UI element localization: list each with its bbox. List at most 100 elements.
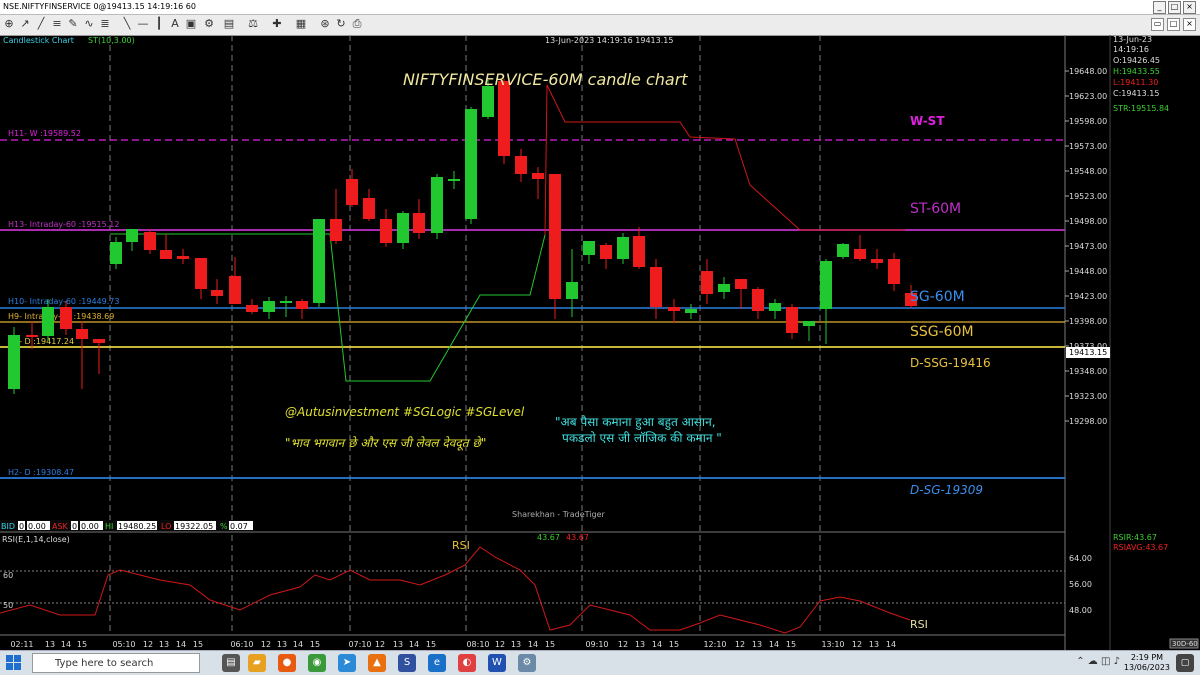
sas-app-icon[interactable]: S [398, 654, 416, 672]
chart-area[interactable]: H11- W :19589.52 H13- Intraday-60 :19515… [0, 35, 1200, 650]
info-high: H:19433.55 [1113, 67, 1160, 76]
info-close: C:19413.15 [1113, 89, 1159, 98]
candle-body [633, 236, 645, 267]
maximize-button[interactable]: □ [1168, 1, 1181, 14]
chart-restore-button[interactable]: ▭ [1151, 18, 1164, 31]
pen-icon[interactable]: ✎ [66, 17, 80, 31]
wave-icon[interactable]: ∿ [82, 17, 96, 31]
candle-body [701, 271, 713, 294]
time-tick-label: 13 [393, 640, 403, 649]
watermark: Sharekhan - TradeTiger [512, 510, 606, 519]
chart-toolbar: ⊕ ↗ ╱ ≡ ✎ ∿ ≣ ╲ — ┃ A ▣ ⚙ ▤ ⚖ ✚ ▦ ⊛ ↻ ⎙ … [0, 15, 1200, 36]
telegram-icon[interactable]: ➤ [338, 654, 356, 672]
task-view-icon[interactable]: ▤ [222, 654, 240, 672]
taskbar-clock[interactable]: 2:19 PM 13/06/2023 [1124, 653, 1170, 673]
level-label-h10: H10- Intraday-60 :19449.73 [8, 297, 119, 306]
candle-body [60, 307, 72, 329]
ask-label: ASK [52, 522, 69, 531]
tradetiger-icon[interactable]: ◐ [458, 654, 476, 672]
candle-bear [413, 199, 425, 239]
title-bar: NSE.NIFTYFINSERVICE 0@19413.15 14:19:16 … [0, 0, 1200, 15]
rsi-line [0, 546, 911, 634]
rsi-label-bottom: RSI [910, 618, 928, 631]
corner-label: 30D-60 [1172, 640, 1198, 648]
draw-line-icon[interactable]: ╲ [120, 17, 134, 31]
notification-icon[interactable]: ▢ [1176, 654, 1194, 672]
candle-body [397, 213, 409, 243]
template-icon[interactable]: ▦ [294, 17, 308, 31]
candle-body [229, 276, 241, 304]
firefox-icon[interactable]: ● [278, 654, 296, 672]
system-tray-icons[interactable]: ⌃ ☁ ◫ ♪ [1076, 656, 1120, 667]
price-tick-label: 19423.00 [1069, 292, 1107, 301]
time-tick-label: 14 [769, 640, 779, 649]
candle-bull [110, 237, 122, 269]
price-tick-label: 19548.00 [1069, 167, 1107, 176]
bar-tool-icon[interactable]: ┃ [152, 17, 166, 31]
file-explorer-icon[interactable]: ▰ [248, 654, 266, 672]
minimize-button[interactable]: _ [1153, 1, 1166, 14]
candle-bear [735, 279, 747, 309]
indicator-icon[interactable]: ⚖ [246, 17, 260, 31]
candle-body [313, 219, 325, 303]
candle-bull [431, 174, 443, 239]
trend-up-icon[interactable]: ↗ [18, 17, 32, 31]
candle-bull [837, 243, 849, 259]
quote-bar: BID 0 0.00 ASK 0 0.00 HI 19480.25 LO 193… [0, 520, 253, 531]
candle-body [126, 229, 138, 242]
time-tick-label: 12 [143, 640, 153, 649]
start-button[interactable] [6, 655, 22, 671]
close-button[interactable]: × [1183, 1, 1196, 14]
vlc-icon[interactable]: ▲ [368, 654, 386, 672]
chart-close-button[interactable]: × [1183, 18, 1196, 31]
ask-qty: 0 [72, 522, 77, 531]
time-tick-label: 12 [852, 640, 862, 649]
candle-body [786, 307, 798, 333]
text-tool-icon[interactable]: A [168, 17, 182, 31]
info-date: 13-Jun-23 [1113, 35, 1152, 44]
level-label-h2: H2- D :19308.47 [8, 468, 74, 477]
print-icon[interactable]: ⎙ [350, 17, 364, 31]
candle-body [195, 258, 207, 289]
word-icon[interactable]: W [488, 654, 506, 672]
candle-body [752, 289, 764, 311]
rsi-axis-48: 48.00 [1069, 606, 1092, 615]
time-tick-label: 13:10 [821, 640, 844, 649]
candle-bear [701, 259, 713, 304]
zoom-in-icon[interactable]: ⊕ [2, 17, 16, 31]
taskbar-search-box[interactable]: Type here to search [32, 653, 200, 673]
crosshair-icon[interactable]: ✚ [270, 17, 284, 31]
horizontal-line-icon[interactable]: — [136, 17, 150, 31]
candle-body [583, 241, 595, 255]
pct-label: % [220, 522, 228, 531]
edge-icon[interactable]: e [428, 654, 446, 672]
refresh-icon[interactable]: ↻ [334, 17, 348, 31]
settings-icon[interactable]: ⚙ [202, 17, 216, 31]
rsi-value-a: 43.67 [537, 533, 560, 542]
candle-body [42, 307, 54, 336]
annotation-d-ssg: D-SSG-19416 [910, 356, 991, 370]
channel-icon[interactable]: ≡ [50, 17, 64, 31]
time-tick-label: 13 [511, 640, 521, 649]
price-tick-label: 19398.00 [1069, 317, 1107, 326]
fib-icon[interactable]: ≣ [98, 17, 112, 31]
rsi-label-top: RSI [452, 539, 470, 552]
rsi-value-b: 43.67 [566, 533, 589, 542]
line-tool-icon[interactable]: ╱ [34, 17, 48, 31]
lo-value: 19322.05 [175, 522, 213, 531]
settings-app-icon[interactable]: ⚙ [518, 654, 536, 672]
chart-type-icon[interactable]: ▤ [222, 17, 236, 31]
cube-icon[interactable]: ▣ [184, 17, 198, 31]
chrome-icon[interactable]: ◉ [308, 654, 326, 672]
price-tick-label: 19298.00 [1069, 417, 1107, 426]
chart-max-button[interactable]: □ [1167, 18, 1180, 31]
trading-app-window: NSE.NIFTYFINSERVICE 0@19413.15 14:19:16 … [0, 0, 1200, 675]
candle-body [854, 249, 866, 259]
chart-type-label: Candlestick Chart [3, 36, 74, 45]
rsi-axis-56: 56.00 [1069, 580, 1092, 589]
price-tick-label: 19498.00 [1069, 217, 1107, 226]
bid-qty: 0 [19, 522, 24, 531]
clock-date: 13/06/2023 [1123, 663, 1170, 672]
candle-body [769, 303, 781, 311]
pattern-icon[interactable]: ⊛ [318, 17, 332, 31]
